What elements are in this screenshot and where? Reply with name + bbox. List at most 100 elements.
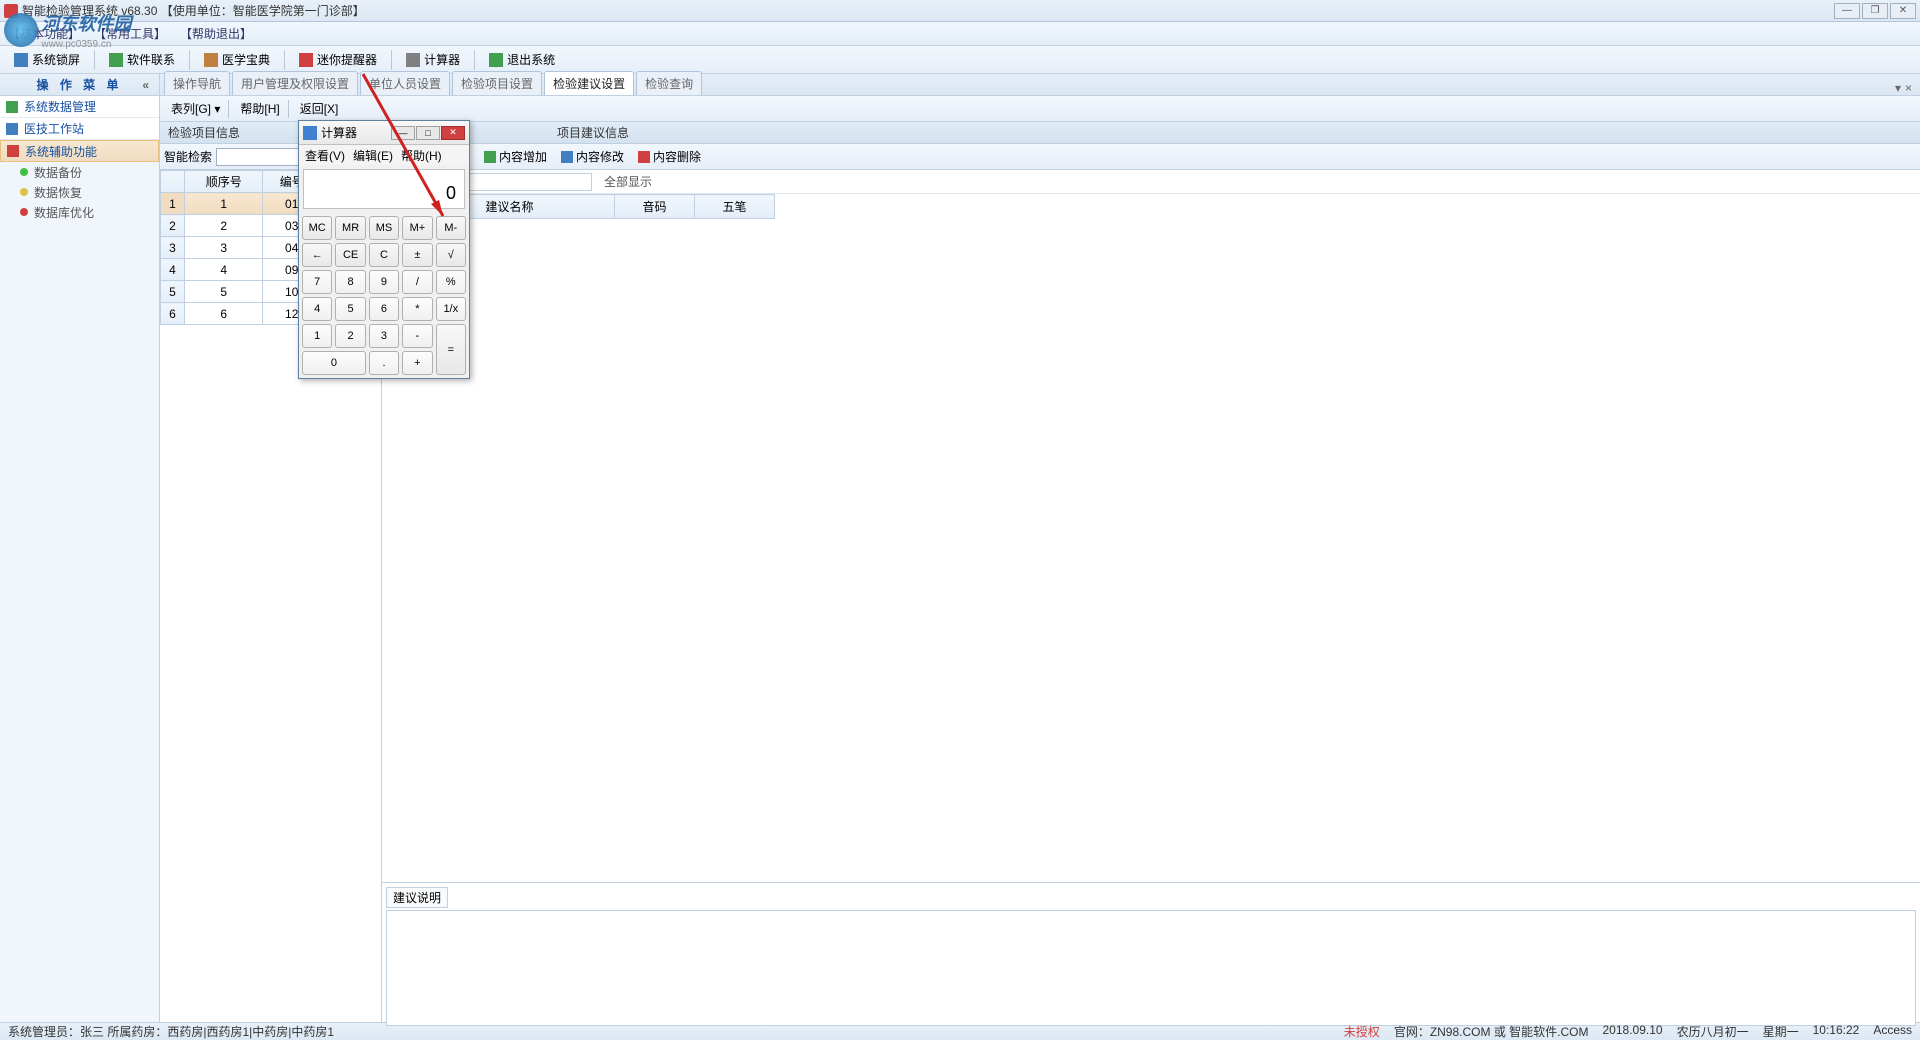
st-help[interactable]: 帮助[H] xyxy=(237,100,279,117)
calc-btn[interactable]: % xyxy=(436,270,466,294)
tb-reminder[interactable]: 迷你提醒器 xyxy=(293,49,383,70)
calc-btn[interactable]: 9 xyxy=(369,270,399,294)
x-icon xyxy=(638,151,650,163)
tb-exit[interactable]: 退出系统 xyxy=(483,49,561,70)
status-time: 10:16:22 xyxy=(1813,1023,1860,1040)
action-delete[interactable]: 内容删除 xyxy=(638,148,701,165)
menu-tools[interactable]: 【常用工具】 xyxy=(94,25,166,42)
status-site: 官网：ZN98.COM 或 智能软件.COM xyxy=(1394,1023,1589,1040)
tb-contact[interactable]: 软件联系 xyxy=(103,49,181,70)
restore-button[interactable]: ❐ xyxy=(1862,3,1888,19)
calc-btn-m+[interactable]: M+ xyxy=(402,216,432,240)
calc-btn-0[interactable]: 0 xyxy=(302,351,366,375)
status-unauth: 未授权 xyxy=(1344,1023,1380,1040)
calc-btn-mr[interactable]: MR xyxy=(335,216,365,240)
description-panel: 建议说明 xyxy=(382,882,1920,1022)
tabs-close[interactable]: × xyxy=(1905,81,1912,95)
sidebar-item-station[interactable]: 医技工作站 xyxy=(0,118,159,140)
calc-btn-equals[interactable]: = xyxy=(436,324,466,375)
calc-btn[interactable]: * xyxy=(402,297,432,321)
calc-btn-mc[interactable]: MC xyxy=(302,216,332,240)
calc-title: 计算器 xyxy=(321,124,357,141)
calc-btn[interactable]: 8 xyxy=(335,270,365,294)
calc-btn[interactable]: C xyxy=(369,243,399,267)
calc-btn[interactable]: 1/x xyxy=(436,297,466,321)
tabs-dropdown[interactable]: ▾ xyxy=(1895,81,1901,95)
calc-btn[interactable]: 2 xyxy=(335,324,365,348)
close-button[interactable]: ✕ xyxy=(1890,3,1916,19)
calc-titlebar[interactable]: 计算器 — □ ✕ xyxy=(299,121,469,145)
sidebar-collapse[interactable]: « xyxy=(142,78,153,92)
calc-btn[interactable]: CE xyxy=(335,243,365,267)
action-edit[interactable]: 内容修改 xyxy=(561,148,624,165)
tab-test-suggest[interactable]: 检验建议设置 xyxy=(544,71,634,95)
sidebar-sub-restore[interactable]: 数据恢复 xyxy=(0,182,159,202)
menu-help[interactable]: 【帮助退出】 xyxy=(180,25,252,42)
tb-calculator[interactable]: 计算器 xyxy=(400,49,466,70)
action-add[interactable]: 内容增加 xyxy=(484,148,547,165)
desc-label: 建议说明 xyxy=(386,887,448,908)
st-columns[interactable]: 表列[G] ▾ xyxy=(168,100,220,117)
calc-menu-help[interactable]: 帮助(H) xyxy=(401,147,442,164)
tab-test-query[interactable]: 检验查询 xyxy=(636,71,702,95)
sidebar: 操 作 菜 单 « 系统数据管理 医技工作站 系统辅助功能 数据备份 数据恢复 … xyxy=(0,74,160,1022)
book-icon xyxy=(204,53,218,67)
calc-btn[interactable]: ± xyxy=(402,243,432,267)
tab-nav[interactable]: 操作导航 xyxy=(164,71,230,95)
edit-icon xyxy=(561,151,573,163)
calculator-icon xyxy=(406,53,420,67)
search-label: 智能检索 xyxy=(164,148,212,165)
app-icon xyxy=(4,4,18,18)
calc-btn[interactable]: ← xyxy=(302,243,332,267)
tab-users[interactable]: 用户管理及权限设置 xyxy=(232,71,358,95)
col-wubi[interactable]: 五笔 xyxy=(695,195,775,219)
section-right-header: 项目建议信息 xyxy=(382,122,1920,144)
menu-basic[interactable]: 【基本功能】 xyxy=(8,25,80,42)
calc-minimize[interactable]: — xyxy=(391,126,415,140)
st-back[interactable]: 返回[X] xyxy=(297,100,339,117)
minimize-button[interactable]: — xyxy=(1834,3,1860,19)
calc-btn[interactable]: 5 xyxy=(335,297,365,321)
tb-dictionary[interactable]: 医学宝典 xyxy=(198,49,276,70)
sidebar-item-assist[interactable]: 系统辅助功能 xyxy=(0,140,159,162)
calc-btn[interactable]: 3 xyxy=(369,324,399,348)
calc-btn-ms[interactable]: MS xyxy=(369,216,399,240)
calc-menu-view[interactable]: 查看(V) xyxy=(305,147,345,164)
calc-btn-m-[interactable]: M- xyxy=(436,216,466,240)
sidebar-sub-optimize[interactable]: 数据库优化 xyxy=(0,202,159,222)
calc-btn[interactable]: 7 xyxy=(302,270,332,294)
calc-btn[interactable]: 6 xyxy=(369,297,399,321)
status-db: Access xyxy=(1873,1023,1912,1040)
calc-btn[interactable]: / xyxy=(402,270,432,294)
calc-btn[interactable]: . xyxy=(369,351,399,375)
tb-lock[interactable]: 系统锁屏 xyxy=(8,49,86,70)
tab-unit[interactable]: 单位人员设置 xyxy=(360,71,450,95)
col-seq[interactable]: 顺序号 xyxy=(185,171,263,193)
calc-menu-edit[interactable]: 编辑(E) xyxy=(353,147,393,164)
calc-btn[interactable]: 4 xyxy=(302,297,332,321)
show-all-label[interactable]: 全部显示 xyxy=(604,173,652,190)
document-icon xyxy=(6,123,18,135)
status-weekday: 星期一 xyxy=(1763,1023,1799,1040)
status-user: 系统管理员：张三 所属药房：西药房|西药房1|中药房|中药房1 xyxy=(8,1023,334,1040)
sidebar-item-data[interactable]: 系统数据管理 xyxy=(0,96,159,118)
calc-btn[interactable]: √ xyxy=(436,243,466,267)
sidebar-sub-backup[interactable]: 数据备份 xyxy=(0,162,159,182)
status-lunar: 农历八月初一 xyxy=(1677,1023,1749,1040)
main-toolbar: 系统锁屏 软件联系 医学宝典 迷你提醒器 计算器 退出系统 xyxy=(0,46,1920,74)
calc-btn[interactable]: - xyxy=(402,324,432,348)
col-pinyin[interactable]: 音码 xyxy=(615,195,695,219)
window-title: 智能检验管理系统 v68.30 【使用单位：智能医学院第一门诊部】 xyxy=(22,2,365,19)
calc-app-icon xyxy=(303,126,317,140)
calc-close[interactable]: ✕ xyxy=(441,126,465,140)
filter-row: 全部显示 xyxy=(382,170,1920,194)
calculator-window[interactable]: 计算器 — □ ✕ 查看(V) 编辑(E) 帮助(H) 0 MCMRMSM+M-… xyxy=(298,120,470,379)
tab-test-project[interactable]: 检验项目设置 xyxy=(452,71,542,95)
calc-btn[interactable]: + xyxy=(402,351,432,375)
calc-display: 0 xyxy=(303,169,465,209)
calc-btn[interactable]: 1 xyxy=(302,324,332,348)
desc-textarea[interactable] xyxy=(386,910,1916,1026)
action-bar: 内容增加 内容修改 内容删除 xyxy=(382,144,1920,170)
exit-icon xyxy=(489,53,503,67)
calc-maximize[interactable]: □ xyxy=(416,126,440,140)
